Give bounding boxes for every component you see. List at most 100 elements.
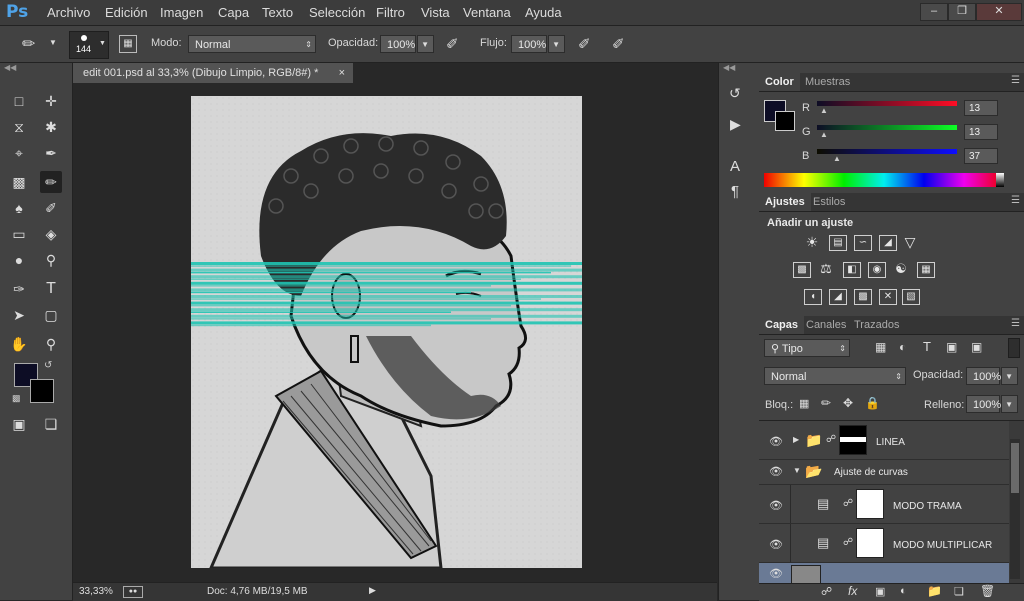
eye-icon[interactable]: 👁 xyxy=(769,567,783,580)
type-tool-icon[interactable]: T xyxy=(40,278,62,300)
lasso-tool-icon[interactable]: ⧖ xyxy=(8,116,30,138)
r-slider[interactable] xyxy=(817,101,957,106)
crop-tool-icon[interactable]: ⌖ xyxy=(8,142,30,164)
fx-icon[interactable]: fx xyxy=(848,584,857,598)
chevron-down-icon[interactable]: ▼ xyxy=(49,38,57,47)
brush-tool-icon[interactable]: ✏ xyxy=(40,171,62,193)
airbrush-icon[interactable]: ✐ xyxy=(578,35,591,53)
lock-all-icon[interactable]: 🔒 xyxy=(865,396,880,410)
zoom-tool-icon[interactable]: ⚲ xyxy=(40,333,62,355)
filter-pixel-icon[interactable]: ▦ xyxy=(875,340,886,354)
filter-toggle[interactable] xyxy=(1008,338,1020,358)
path-select-icon[interactable]: ➤ xyxy=(8,304,30,326)
rectangle-tool-icon[interactable]: ▢ xyxy=(40,304,62,326)
new-group-icon[interactable]: 📁 xyxy=(927,584,942,598)
healing-brush-icon[interactable]: ▩ xyxy=(8,171,30,193)
blend-mode-select[interactable]: Normal ⇕ xyxy=(764,367,906,385)
layer-row[interactable]: 👁 ▶ 📁 ☍ LINEA xyxy=(759,421,1009,460)
panel-menu-icon[interactable]: ☰ xyxy=(1011,75,1020,86)
paragraph-icon[interactable]: ¶ xyxy=(731,183,739,200)
eraser-icon[interactable]: ▭ xyxy=(8,223,30,245)
eye-icon[interactable]: 👁 xyxy=(769,435,783,448)
slider-thumb-icon[interactable]: ▲ xyxy=(833,154,841,163)
menu-ayuda[interactable]: Ayuda xyxy=(525,5,562,20)
menu-filtro[interactable]: Filtro xyxy=(376,5,405,20)
slider-thumb-icon[interactable]: ▲ xyxy=(820,130,828,139)
share-icon[interactable]: ●● xyxy=(123,586,143,598)
collapse-icon[interactable]: ◀◀ xyxy=(4,63,16,72)
fill-dropdown[interactable]: ▼ xyxy=(1001,395,1018,413)
selective-color-icon[interactable]: ✕ xyxy=(879,289,897,305)
dodge-tool-icon[interactable]: ⚲ xyxy=(40,249,62,271)
color-spectrum[interactable] xyxy=(764,173,1004,187)
posterize-icon[interactable]: ◢ xyxy=(829,289,847,305)
blur-tool-icon[interactable]: ● xyxy=(8,249,30,271)
eyedropper-icon[interactable]: ✒ xyxy=(40,142,62,164)
curves-icon[interactable]: ∽ xyxy=(854,235,872,251)
paint-bucket-icon[interactable]: ◈ xyxy=(40,223,62,245)
filter-type-icon[interactable]: T xyxy=(923,339,931,354)
eye-icon[interactable]: 👁 xyxy=(769,538,783,551)
layer-thumb[interactable] xyxy=(791,565,821,583)
tab-estilos[interactable]: Estilos xyxy=(807,193,851,211)
mode-select[interactable]: Normal ⇕ xyxy=(188,35,316,53)
brush-panel-icon[interactable]: ▦ xyxy=(119,35,137,53)
fill-input[interactable]: 100% xyxy=(966,395,1001,413)
slider-thumb-icon[interactable]: ▲ xyxy=(820,106,828,115)
hand-tool-icon[interactable]: ✋ xyxy=(8,333,30,355)
minimize-button[interactable]: – xyxy=(920,3,948,21)
color-balance-icon[interactable]: ⚖ xyxy=(818,262,834,276)
new-layer-icon[interactable]: ❏ xyxy=(954,585,964,598)
menu-archivo[interactable]: Archivo xyxy=(47,5,90,20)
tab-canales[interactable]: Canales xyxy=(800,316,852,334)
collapse-arrow-icon[interactable]: ▼ xyxy=(793,466,801,475)
opacity-dropdown[interactable]: ▼ xyxy=(417,35,434,53)
menu-capa[interactable]: Capa xyxy=(218,5,249,20)
clone-stamp-icon[interactable]: ♠ xyxy=(8,197,30,219)
pen-tool-icon[interactable]: ✑ xyxy=(8,278,30,300)
filter-smart-icon[interactable]: ▣ xyxy=(971,340,982,354)
channel-mixer-icon[interactable]: ☯ xyxy=(893,262,909,276)
filter-adjustment-icon[interactable]: ◐ xyxy=(899,340,906,354)
move-tool-icon[interactable]: ✛ xyxy=(40,90,62,112)
zoom-level[interactable]: 33,33% xyxy=(79,586,113,597)
background-color-swatch[interactable] xyxy=(30,379,54,403)
lock-pixels-icon[interactable]: ✏ xyxy=(821,396,831,410)
menu-edicion[interactable]: Edición xyxy=(105,5,148,20)
pressure-opacity-icon[interactable]: ✐ xyxy=(446,35,459,53)
panel-menu-icon[interactable]: ☰ xyxy=(1011,318,1020,329)
bg-color-chip[interactable] xyxy=(775,111,795,131)
canvas-artwork[interactable] xyxy=(191,96,582,568)
lock-position-icon[interactable]: ✥ xyxy=(843,396,853,410)
link-icon[interactable]: ☍ xyxy=(826,434,836,445)
default-colors-icon[interactable]: ▩ xyxy=(12,393,21,404)
new-adjustment-icon[interactable]: ◐ xyxy=(900,585,907,597)
expand-icon[interactable]: ◀◀ xyxy=(723,63,735,72)
menu-vista[interactable]: Vista xyxy=(421,5,450,20)
link-icon[interactable]: ☍ xyxy=(843,498,853,509)
magic-wand-icon[interactable]: ✱ xyxy=(40,116,62,138)
history-brush-icon[interactable]: ✐ xyxy=(40,197,62,219)
menu-texto[interactable]: Texto xyxy=(262,5,293,20)
menu-seleccion[interactable]: Selección xyxy=(309,5,365,20)
lock-transparency-icon[interactable]: ▦ xyxy=(799,397,809,410)
opacity-input[interactable]: 100% xyxy=(380,35,416,53)
g-slider[interactable] xyxy=(817,125,957,130)
delete-layer-icon[interactable]: 🗑 xyxy=(980,584,995,598)
close-tab-icon[interactable]: × xyxy=(339,63,345,83)
layer-opacity-input[interactable]: 100% xyxy=(966,367,1001,385)
play-icon[interactable]: ▶ xyxy=(369,585,376,596)
tab-capas[interactable]: Capas xyxy=(759,316,805,334)
hue-saturation-icon[interactable]: ▩ xyxy=(793,262,811,278)
character-icon[interactable]: A xyxy=(730,158,740,175)
layer-row[interactable]: 👁 ▼ 📂 Ajuste de curvas xyxy=(759,460,1009,485)
tab-muestras[interactable]: Muestras xyxy=(799,73,856,91)
invert-icon[interactable]: ◖ xyxy=(804,289,822,305)
layer-opacity-dropdown[interactable]: ▼ xyxy=(1001,367,1018,385)
pressure-size-icon[interactable]: ✐ xyxy=(612,35,625,53)
layer-mask-thumb[interactable] xyxy=(856,489,884,519)
link-icon[interactable]: ☍ xyxy=(843,537,853,548)
layer-filter-select[interactable]: ⚲ Tipo ⇕ xyxy=(764,339,850,357)
restore-button[interactable]: ❐ xyxy=(948,3,976,21)
eye-icon[interactable]: 👁 xyxy=(769,465,783,478)
